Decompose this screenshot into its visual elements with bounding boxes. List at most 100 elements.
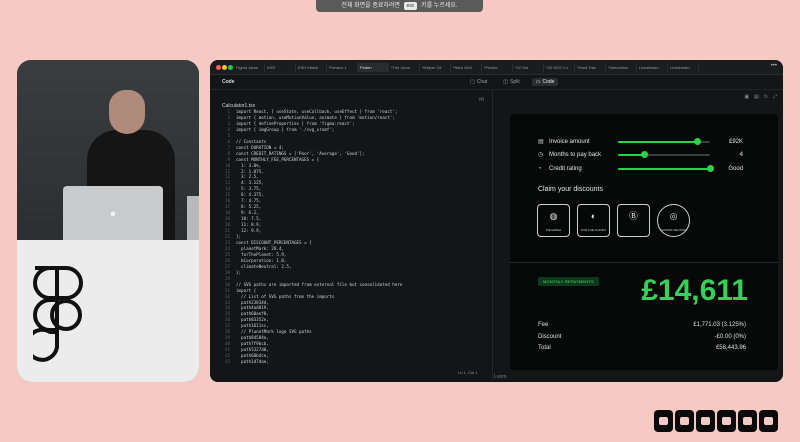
browser-tab[interactable]: Preview 1 <box>327 63 358 72</box>
document-icon: ▤ <box>538 139 544 145</box>
discount-value: -£0.00 (0%) <box>714 334 746 340</box>
claim-discounts-title: Claim your discounts <box>538 186 603 193</box>
browser-window: Figma Jams KKR ESH Match Preview 1 Peden *Tre… <box>210 60 783 382</box>
tab-code[interactable]: ▭ Code <box>531 78 559 86</box>
tab-split[interactable]: ◫ Split <box>499 78 523 86</box>
refresh-icon[interactable]: ↻ <box>764 94 768 100</box>
for-the-planet-badge[interactable]: ◐ FOR THE PLANET <box>577 204 610 237</box>
presenter-head <box>109 90 145 134</box>
config-logo-glyph <box>738 410 757 432</box>
tab-chat[interactable]: ▢ Chat <box>466 78 491 86</box>
card-divider <box>510 262 778 263</box>
invoice-calculator: ▤ Invoice amount £92K ◷ Months to pay ba… <box>510 114 778 370</box>
slider-fill <box>618 168 710 170</box>
browser-tab[interactable]: *Helper Gil <box>420 63 451 72</box>
more-options-icon[interactable]: ••• <box>771 62 777 71</box>
months-value: 4 <box>739 152 743 158</box>
fee-value: £1,771.03 (3.125%) <box>693 322 746 328</box>
slider-thumb[interactable] <box>641 151 649 158</box>
minimize-window-button[interactable] <box>222 65 227 70</box>
browser-tab[interactable]: KKR <box>265 63 296 72</box>
browser-tabs: Figma Jams KKR ESH Match Preview 1 Peden *Tre… <box>234 63 699 72</box>
slider-fill <box>618 141 698 143</box>
config-logo-glyph <box>759 410 778 432</box>
panel-title: Code <box>222 79 235 85</box>
months-slider-row: ◷ Months to pay back 4 <box>538 149 743 161</box>
climate-neutral-badge[interactable]: ◎ CLIMATE NEUTRAL <box>657 204 690 237</box>
browser-tab[interactable]: Livestream <box>637 63 668 72</box>
browser-tab[interactable]: *Fincko <box>482 63 513 72</box>
browser-tab[interactable]: *Nitro Grid <box>451 63 482 72</box>
credit-rating-value: Good <box>728 166 743 172</box>
discount-row: Discount -£0.00 (0%) <box>538 332 746 342</box>
browser-tab[interactable]: *Trel Jsom <box>389 63 420 72</box>
code-text: import { imgGroup } from './svg_xrxmf'; <box>236 126 335 132</box>
apple-logo-icon: ● <box>109 208 117 220</box>
config-brand-logo <box>654 410 782 432</box>
tab-split-label: Split <box>510 79 520 85</box>
gauge-icon: ◔ <box>538 166 542 172</box>
esc-key-hint: esc <box>403 2 418 10</box>
tab-chat-label: Chat <box>476 79 488 85</box>
badge-caption: FOR THE PLANET <box>580 228 607 232</box>
for-the-planet-logo-icon: ◐ <box>590 211 597 221</box>
line-number: 43 <box>224 359 230 365</box>
badge-caption: CLIMATE NEUTRAL <box>659 228 688 232</box>
config-logo-glyph <box>717 410 736 432</box>
credit-rating-slider[interactable] <box>618 165 714 172</box>
preview-icon[interactable]: ▣ <box>744 94 749 100</box>
preview-toolbar: ▣ ▤ ↻ ⤢ <box>744 94 777 100</box>
code-text: // SVG paths are imported from external … <box>236 281 403 287</box>
total-row: Total £58,443.96 <box>538 343 746 353</box>
toast-text-before: 전체 화면을 종료하려면 <box>341 3 400 9</box>
discount-badges: ◍ PlanetMark ◐ FOR THE PLANET Ⓑ ◎ CLIMAT… <box>537 204 690 237</box>
close-window-button[interactable] <box>216 65 221 70</box>
browser-tab[interactable]: Figma Jams <box>234 63 265 72</box>
devices-icon[interactable]: ▤ <box>754 94 759 100</box>
code-lines[interactable]: 1 import React, { useState, useCallback, … <box>214 109 488 365</box>
credit-rating-slider-row: ◔ Credit rating Good <box>538 163 743 175</box>
browser-tab[interactable]: Livestream <box>668 63 699 72</box>
monthly-repayment-amount: £14,611 <box>641 274 748 307</box>
code-text: climateNeutral: 2.5, <box>236 263 292 269</box>
credit-rating-label: Credit rating <box>549 166 582 172</box>
b-corporation-badge[interactable]: Ⓑ <box>617 204 650 237</box>
total-label: Total <box>538 345 551 351</box>
invoice-amount-value: £92K <box>728 139 743 145</box>
planetmark-badge[interactable]: ◍ PlanetMark <box>537 204 570 237</box>
browser-tab[interactable]: *Interaction <box>606 63 637 72</box>
browser-tab[interactable]: *33 SVG Co <box>544 63 575 72</box>
code-file-header: Calculator1.tsx {#} <box>222 94 484 109</box>
fee-row: Fee £1,771.03 (3.125%) <box>538 320 746 330</box>
presenter-video: ● <box>17 60 199 382</box>
code-icon: ▭ <box>535 79 541 85</box>
browser-tab[interactable]: Peden <box>358 63 389 72</box>
slider-thumb[interactable] <box>693 138 701 145</box>
format-button[interactable]: {#} <box>479 94 484 104</box>
climate-neutral-logo-icon: ◎ <box>669 211 678 221</box>
invoice-amount-slider-row: ▤ Invoice amount £92K <box>538 136 743 148</box>
toast-text-after: 키를 누르세요. <box>421 3 458 9</box>
fullscreen-icon[interactable]: ⤢ <box>773 94 777 100</box>
window-footer-text: Loom <box>494 374 507 380</box>
code-text: path1d7dae, <box>236 359 269 365</box>
fee-label: Fee <box>538 322 549 328</box>
total-value: £58,443.96 <box>715 345 746 351</box>
browser-tab[interactable]: *22 Sol <box>513 63 544 72</box>
config-logo-glyph <box>696 410 715 432</box>
zoom-window-button[interactable] <box>228 65 233 70</box>
slider-thumb[interactable] <box>706 165 714 172</box>
browser-tab[interactable]: ESH Match <box>296 63 327 72</box>
editor-toolbar: Code ▢ Chat ◫ Split ▭ Code <box>210 75 783 90</box>
invoice-amount-slider[interactable] <box>618 138 710 145</box>
code-line[interactable]: 43 path1d7dae, <box>214 359 488 365</box>
figma-logo-icon <box>33 266 83 362</box>
invoice-amount-label: Invoice amount <box>549 139 590 145</box>
planetmark-logo-icon: ◍ <box>549 211 558 221</box>
months-slider[interactable] <box>618 151 710 158</box>
view-mode-tabs: ▢ Chat ◫ Split ▭ Code <box>466 78 559 86</box>
code-editor[interactable]: Calculator1.tsx {#} 1 import React, { use… <box>210 90 493 382</box>
monthly-repayments-badge: MONTHLY REPAYMENTS <box>538 277 599 286</box>
browser-tab[interactable]: *Hard Trac <box>575 63 606 72</box>
config-logo-glyph <box>675 410 694 432</box>
